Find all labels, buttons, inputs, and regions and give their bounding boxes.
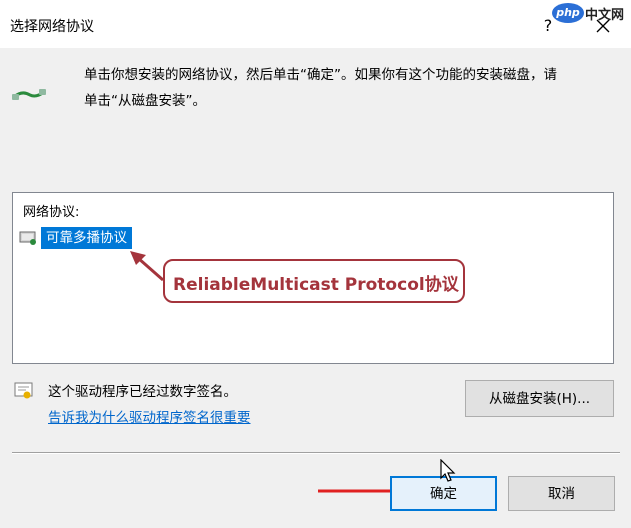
annotation-callout: ReliableMulticast Protocol协议: [163, 259, 465, 303]
network-cable-icon: [12, 89, 46, 100]
instruction-line-2: 单击“从磁盘安装”。: [84, 93, 206, 109]
certificate-icon: [14, 382, 33, 399]
watermark-text: 中文网: [585, 8, 625, 23]
protocol-list-label: 网络协议:: [23, 205, 80, 220]
mouse-cursor-icon: [440, 459, 456, 482]
signed-driver-text: 这个驱动程序已经过数字签名。: [48, 384, 237, 400]
protocol-icon: [19, 231, 36, 245]
instruction-text: 单击你想安装的网络协议，然后单击“确定”。如果你有这个功能的安装磁盘，请 单击“…: [84, 62, 614, 114]
have-disk-button[interactable]: 从磁盘安装(H)...: [465, 380, 614, 417]
title-bar: 选择网络协议 ? php 中文网: [0, 0, 631, 48]
why-signing-link[interactable]: 告诉我为什么驱动程序签名很重要: [48, 406, 251, 426]
annotation-text: ReliableMulticast Protocol协议: [173, 275, 459, 295]
separator: [12, 452, 620, 454]
instruction-line-1: 单击你想安装的网络协议，然后单击“确定”。如果你有这个功能的安装磁盘，请: [84, 67, 557, 83]
watermark: php 中文网: [552, 2, 628, 26]
watermark-logo: php: [552, 3, 584, 23]
cancel-button[interactable]: 取消: [508, 476, 615, 511]
window-title: 选择网络协议: [10, 19, 94, 35]
list-item-label: 可靠多播协议: [41, 227, 132, 249]
